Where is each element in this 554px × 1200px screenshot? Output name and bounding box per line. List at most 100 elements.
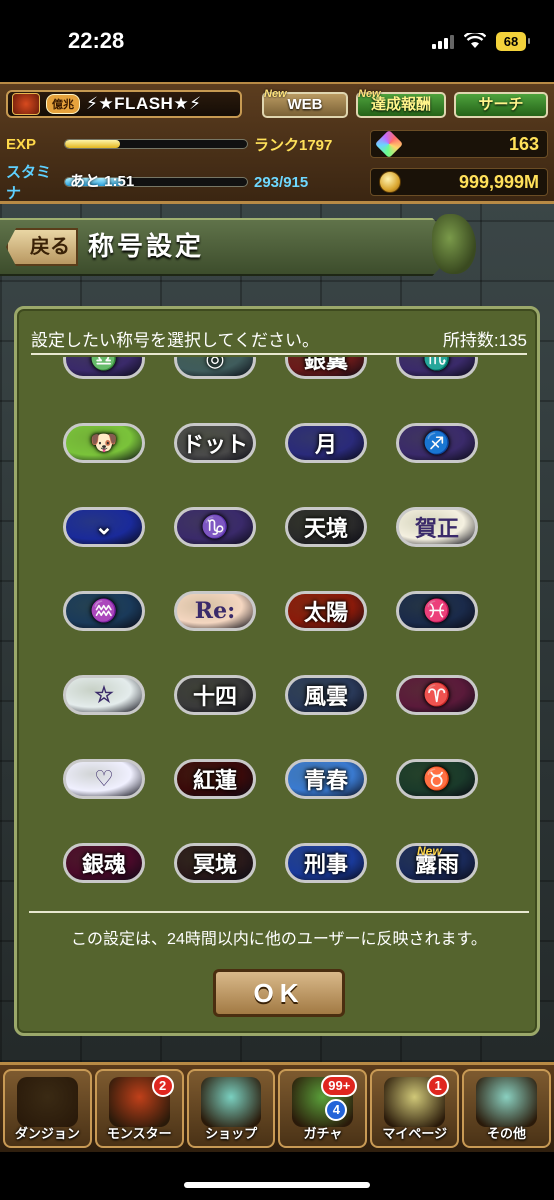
title-badge[interactable]: 紅蓮	[174, 759, 256, 799]
title-badge-text: Re:	[194, 598, 236, 624]
title-badge-text: 刑事	[303, 852, 348, 878]
title-badge[interactable]: ♐	[396, 423, 478, 463]
title-badge[interactable]: 冥境	[174, 843, 256, 883]
notification-badge: 2	[151, 1075, 174, 1097]
panel-header: 設定したい称号を選択してください。 所持数:135	[31, 323, 527, 355]
exp-label: EXP	[6, 135, 37, 153]
new-tag: New	[264, 88, 287, 100]
title-badge[interactable]: 十四	[174, 675, 256, 715]
title-badge[interactable]: ドット	[174, 423, 256, 463]
bottom-navigation: ダンジョン モンスター 2 ショップ ガチャ 99+ 4 マイページ 1 その他	[0, 1062, 554, 1152]
title-badge-text: 太陽	[303, 600, 348, 626]
coin-icon	[379, 171, 401, 193]
home-bar-area	[0, 1152, 554, 1200]
rank-badge: 億兆	[46, 94, 80, 114]
back-button[interactable]: 戻る	[6, 228, 78, 266]
nav-art-icon	[17, 1077, 78, 1127]
nav-item-4[interactable]: マイページ 1	[370, 1069, 460, 1148]
title-badge-text: ♉	[423, 766, 451, 792]
game-hud: 億兆 ⚡★FLASH★⚡ New WEB New 達成報酬 サーチ EXP ラン…	[0, 82, 554, 204]
title-badge-text: 冥境	[192, 852, 237, 878]
title-badge-text: ◎	[205, 357, 225, 372]
title-badge[interactable]: ♎	[63, 357, 145, 379]
title-badge[interactable]: Re:	[174, 591, 256, 631]
exp-bar-fill	[65, 140, 120, 148]
nav-art-icon	[476, 1077, 537, 1127]
title-badge-text: 天境	[303, 516, 348, 542]
title-badge[interactable]: ◎	[174, 357, 256, 379]
title-badge-text: 十四	[192, 684, 237, 710]
player-name: ⚡★FLASH★⚡	[86, 94, 202, 113]
title-badge[interactable]: ♓	[396, 591, 478, 631]
title-badge-text: ☆	[94, 682, 114, 708]
status-bar: 22:28 68	[0, 0, 554, 82]
instruction-text: 設定したい称号を選択してください。	[31, 330, 319, 350]
title-badge[interactable]: ♈	[396, 675, 478, 715]
title-badge[interactable]: ♒	[63, 591, 145, 631]
nav-label: ショップ	[205, 1126, 258, 1141]
nav-item-2[interactable]: ショップ	[186, 1069, 276, 1148]
title-badge[interactable]: 天境	[285, 507, 367, 547]
title-badge[interactable]: ⌄	[63, 507, 145, 547]
title-badge[interactable]: 銀魂	[63, 843, 145, 883]
page-title: 称号設定	[88, 231, 205, 261]
status-time: 22:28	[68, 28, 125, 53]
title-badge[interactable]: 賀正	[396, 507, 478, 547]
new-tag: New	[417, 844, 442, 858]
player-tag[interactable]: 億兆 ⚡★FLASH★⚡	[6, 90, 242, 118]
nav-item-5[interactable]: その他	[462, 1069, 551, 1148]
magic-stone-counter: 163	[370, 129, 548, 159]
title-badge[interactable]: 銀翼	[285, 357, 367, 379]
magic-stone-icon	[374, 129, 404, 159]
title-badge-text: ♑	[201, 514, 229, 540]
nav-item-1[interactable]: モンスター 2	[94, 1069, 184, 1148]
battery-icon: 68	[496, 31, 530, 51]
search-button-label: サーチ	[478, 96, 524, 113]
title-badge[interactable]: ☆	[63, 675, 145, 715]
title-badge-text: ♓	[423, 598, 451, 624]
nav-item-0[interactable]: ダンジョン	[3, 1069, 92, 1148]
title-badge-text: 風雲	[303, 684, 348, 710]
title-badge-text: ♈	[423, 682, 451, 708]
title-badge[interactable]: ♏	[396, 357, 478, 379]
rank-text: ランク1797	[254, 136, 333, 154]
title-badge-text: ♐	[423, 430, 451, 456]
search-button[interactable]: サーチ	[454, 92, 548, 118]
title-badge[interactable]: 露雨 New	[396, 843, 478, 883]
title-badge-text: 賀正	[414, 516, 459, 542]
sync-note: この設定は、24時間以内に他のユーザーに反映されます。	[29, 911, 529, 949]
title-badge[interactable]: 太陽	[285, 591, 367, 631]
notification-badge: 1	[427, 1075, 450, 1097]
owned-count: 所持数:135	[442, 330, 527, 350]
title-grid-viewport[interactable]: ♎ ◎ 銀翼 ♏ 🐶 ドット 月 ♐ ⌄ ♑ 天境 賀正 ♒ Re: 太陽 ♓ ☆ 十四 風雲 ♈ ♡ 紅蓮 青春 ♉ 銀魂 冥境…	[27, 357, 507, 905]
nav-label: ダンジョン	[14, 1126, 80, 1141]
player-avatar-icon	[12, 93, 40, 115]
nav-label: ガチャ	[303, 1126, 343, 1141]
title-badge[interactable]: 風雲	[285, 675, 367, 715]
web-button[interactable]: New WEB	[262, 88, 348, 118]
achievement-reward-button[interactable]: New 達成報酬	[356, 88, 446, 118]
title-badge[interactable]: ♉	[396, 759, 478, 799]
exp-bar	[64, 139, 248, 149]
stamina-value: 293/915	[254, 173, 309, 191]
exp-row: EXP ランク1797	[6, 130, 346, 158]
title-badge[interactable]: ♡	[63, 759, 145, 799]
title-badge[interactable]: 青春	[285, 759, 367, 799]
title-badge[interactable]: 🐶	[63, 423, 145, 463]
title-badge-text: 青春	[303, 768, 348, 794]
ok-button[interactable]: OK	[213, 969, 345, 1017]
title-badge[interactable]: ♑	[174, 507, 256, 547]
coin-count: 999,999M	[458, 171, 539, 192]
title-badge-text: 銀魂	[81, 852, 126, 878]
title-badge[interactable]: 刑事	[285, 843, 367, 883]
web-button-label: WEB	[287, 96, 323, 113]
title-badge[interactable]: 月	[285, 423, 367, 463]
stamina-row: スタミナ あと 1:51 293/915	[6, 164, 346, 202]
home-indicator[interactable]	[184, 1182, 370, 1188]
cellular-signal-icon	[432, 33, 454, 49]
notification-badge: 99+	[321, 1075, 358, 1097]
magic-stone-count: 163	[508, 133, 539, 154]
nav-item-3[interactable]: ガチャ 99+ 4	[278, 1069, 368, 1148]
title-selection-panel: 設定したい称号を選択してください。 所持数:135 ♎ ◎ 銀翼 ♏ 🐶 ドット 月 ♐ ⌄ ♑ 天…	[14, 306, 540, 1036]
new-tag: New	[358, 88, 381, 100]
